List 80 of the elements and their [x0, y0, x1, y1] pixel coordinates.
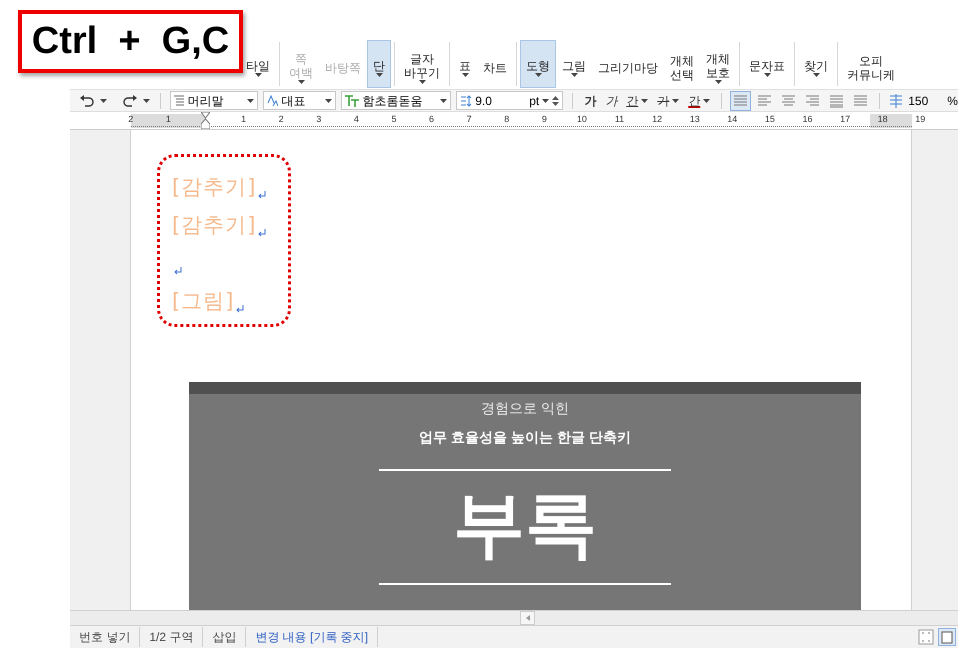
redo-icon[interactable] [123, 94, 138, 106]
line-spacing-unit: % [947, 92, 958, 110]
caret-icon [542, 98, 550, 102]
ribbon-button[interactable]: 그림 [556, 40, 592, 88]
font-letter-icon [267, 94, 278, 106]
ruler-number: 8 [503, 113, 510, 126]
font-icon [345, 94, 360, 106]
ruler-number: 5 [390, 113, 398, 126]
line-spacing-value: 150 [908, 92, 928, 110]
status-item: 삽입 [203, 627, 246, 647]
ruler-number: 3 [315, 113, 322, 126]
style-dropdown[interactable]: 머리말 [170, 91, 258, 110]
indent-marker-icon[interactable] [201, 112, 210, 129]
ribbon-button[interactable]: 타일 [240, 40, 276, 88]
ribbon-button[interactable]: 찾기 [798, 40, 834, 88]
ribbon-button[interactable]: 도형 [520, 40, 556, 88]
horizontal-scrollbar[interactable] [70, 610, 958, 626]
ribbon-button[interactable]: 표 [453, 40, 477, 88]
ribbon-button[interactable]: 차트 [477, 40, 513, 88]
ruler-number: 15 [764, 113, 776, 126]
spinner-icon[interactable] [552, 94, 560, 106]
font-dropdown[interactable]: 함초롬돋움 [341, 91, 452, 110]
format-button[interactable]: 가 [584, 92, 596, 110]
ruler-number: 11 [614, 113, 626, 126]
cover-title: 업무 효율성을 높이는 한글 단축키 [419, 428, 631, 447]
ruler-number: 17 [839, 113, 852, 126]
hidden-text-code: [그림] [172, 288, 234, 314]
ruler-number: 10 [576, 113, 588, 126]
paragraph-lines-icon [174, 94, 184, 106]
status-item: 1/2 구역 [140, 627, 204, 647]
ruler-number: 13 [688, 113, 701, 126]
paragraph-return-icon [174, 267, 182, 275]
align-icon[interactable] [731, 92, 750, 110]
font-size-field[interactable]: 9.0 pt [456, 91, 564, 110]
language-dropdown[interactable]: 대표 [263, 91, 336, 110]
ribbon-button[interactable]: 개체 선택 [664, 40, 700, 88]
caret-icon [100, 98, 108, 102]
status-item: 변경 내용 [기록 중지] [246, 627, 378, 647]
caret-icon [143, 98, 150, 102]
ruler-number: 19 [914, 113, 926, 126]
format-button[interactable]: 간 [688, 92, 700, 110]
paragraph-return-icon [258, 191, 266, 199]
shortcut-overlay: Ctrl + G,C [18, 10, 243, 73]
ribbon-button[interactable]: 글자 바꾸기 [398, 40, 446, 88]
ruler-number: 6 [428, 113, 436, 126]
undo-icon[interactable] [80, 94, 94, 106]
format-button[interactable]: 가 [657, 92, 670, 110]
format-button[interactable]: 간 [626, 92, 638, 110]
paragraph-return-icon [236, 305, 244, 313]
status-item: 번호 넣기 [70, 627, 140, 647]
hidden-text-code: [감추기] [172, 174, 256, 200]
ribbon-button[interactable]: 오피 커뮤니케 [841, 40, 901, 88]
ruler-number: 12 [651, 113, 664, 126]
ruler-number: 2 [278, 113, 285, 126]
ruler-number: 7 [466, 113, 473, 126]
fit-screen-icon[interactable] [918, 629, 934, 645]
page-view-icon[interactable] [938, 628, 956, 646]
ruler-number: 2 [127, 113, 134, 126]
scroll-left-icon[interactable] [526, 615, 530, 621]
ribbon-button[interactable]: 개체 보호 [700, 40, 736, 88]
hidden-text-code: [감추기] [172, 212, 256, 238]
format-button[interactable]: 가 [605, 92, 618, 110]
caret-icon [247, 98, 254, 102]
ruler-number: 4 [352, 113, 360, 126]
ruler-number: 14 [726, 113, 738, 126]
ribbon-button[interactable]: 문자표 [743, 40, 791, 88]
ribbon-button[interactable]: 단 [367, 40, 391, 88]
ruler-number: 1 [164, 113, 172, 126]
caret-icon [440, 98, 448, 102]
ribbon-button[interactable]: 그리기마당 [592, 40, 664, 88]
cover-subtitle: 경험으로 익힌 [481, 399, 569, 418]
ruler-number: 1 [240, 113, 248, 126]
caret-icon [325, 98, 332, 102]
size-arrows-icon [460, 94, 472, 106]
ruler-number: 16 [801, 113, 814, 126]
ruler-number: 18 [876, 113, 889, 126]
cover-heading: 부록 [453, 484, 597, 567]
ruler-number: 9 [540, 113, 548, 126]
line-spacing-icon [889, 94, 904, 108]
paragraph-return-icon [258, 229, 266, 237]
